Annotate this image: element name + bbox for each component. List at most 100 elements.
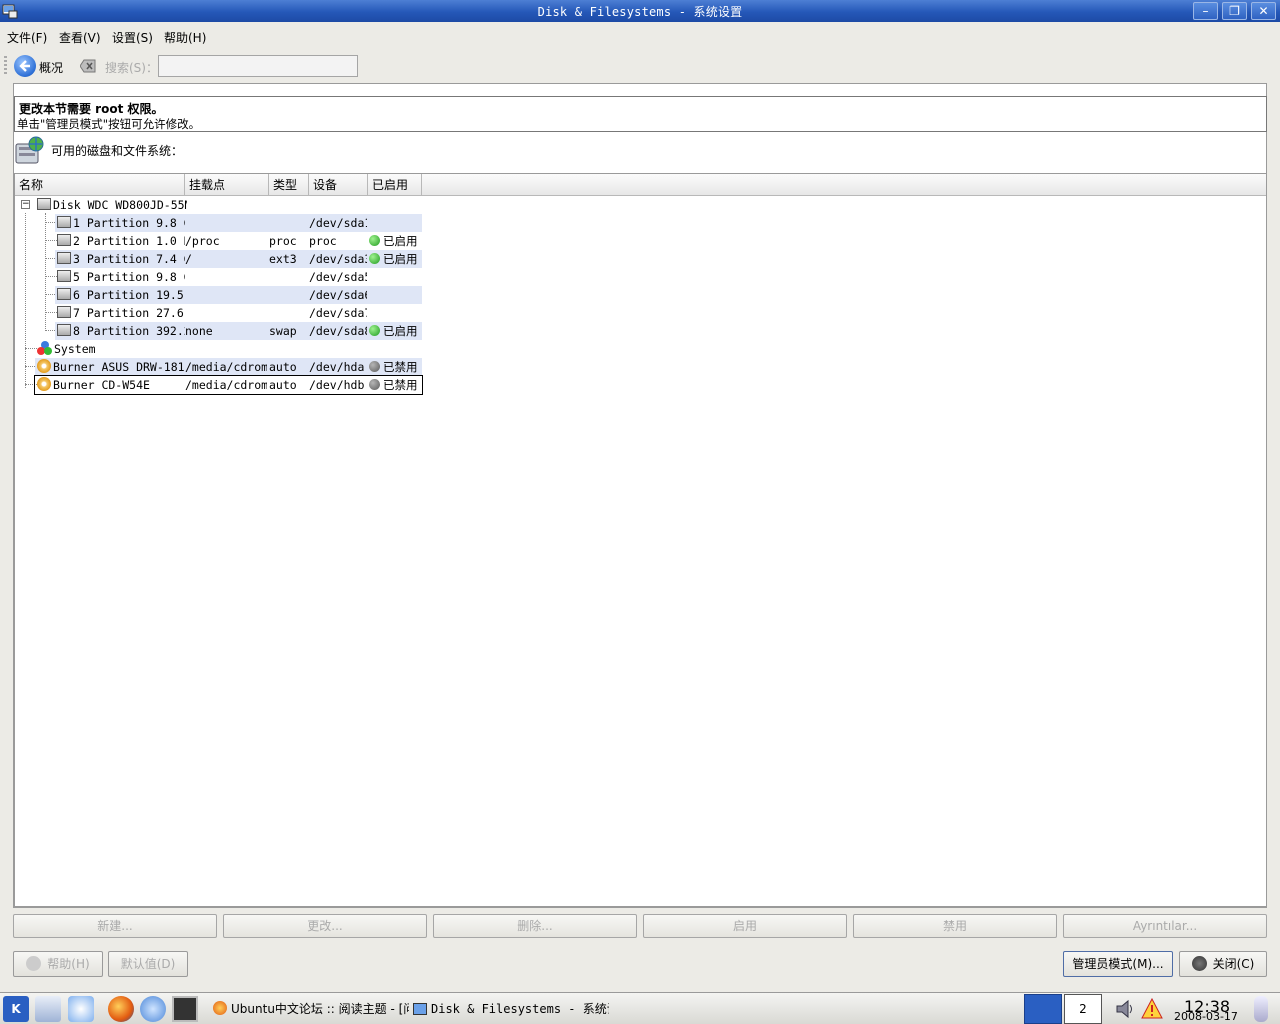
row-type: swap <box>269 324 297 338</box>
home-folder-icon[interactable] <box>68 996 94 1022</box>
row-device: proc <box>309 234 337 248</box>
menu-settings[interactable]: 设置(S) <box>112 29 153 46</box>
column-mountpoint[interactable]: 挂载点 <box>185 174 269 196</box>
menu-bar: 文件(F) 查看(V) 设置(S) 帮助(H) <box>0 23 1280 49</box>
show-desktop-icon[interactable] <box>35 996 61 1022</box>
row-device: /dev/sda1 <box>309 216 367 230</box>
hard-drive-globe-icon <box>15 136 44 164</box>
help-icon <box>26 956 42 971</box>
admin-mode-button[interactable]: 管理员模式(M)... <box>1063 951 1173 977</box>
row-name: 7 Partition 27.6 Gb <box>73 306 185 320</box>
row-enabled: 已禁用 <box>383 378 418 392</box>
desktop-1[interactable] <box>1024 994 1062 1024</box>
enable-button[interactable]: 启用 <box>643 914 847 938</box>
close-button[interactable]: 关闭(C) <box>1179 951 1267 977</box>
tree-row-partition[interactable]: 5 Partition 9.8 Gb /dev/sda5 <box>15 268 435 286</box>
tree-row-cdrom[interactable]: Burner CD-W54E /media/cdrom1 auto /dev/h… <box>15 375 435 395</box>
warning-icon[interactable] <box>1140 996 1164 1022</box>
row-type: auto <box>269 378 297 392</box>
toolbar-grip[interactable] <box>4 56 7 76</box>
disabled-status-icon <box>369 379 380 390</box>
row-device: /dev/sda6 <box>309 288 367 302</box>
close-button-label: 关闭(C) <box>1212 957 1255 971</box>
column-name[interactable]: 名称 <box>15 174 185 196</box>
minimize-button[interactable]: – <box>1193 2 1218 20</box>
overview-button[interactable]: 概况 <box>39 59 63 76</box>
cdrom-icon <box>37 377 51 391</box>
row-mount: none <box>185 324 213 338</box>
row-name: Burner CD-W54E <box>53 378 150 392</box>
row-device: /dev/sda7 <box>309 306 367 320</box>
desktop-pager: 2 <box>1024 994 1104 1024</box>
menu-file[interactable]: 文件(F) <box>7 29 47 46</box>
taskbar-firefox-task[interactable]: Ubuntu中文论坛 :: 阅读主题 - [问 <box>213 997 409 1021</box>
firefox-icon[interactable] <box>108 996 134 1022</box>
disable-button[interactable]: 禁用 <box>853 914 1057 938</box>
back-arrow-icon[interactable] <box>14 55 36 77</box>
clock-date[interactable]: 2008-03-17 <box>1174 1010 1238 1023</box>
menu-view[interactable]: 查看(V) <box>59 29 101 46</box>
tree-row-partition[interactable]: 1 Partition 9.8 Gb /dev/sda1 <box>15 214 435 232</box>
row-mount: /media/cdrom0 <box>185 360 267 374</box>
hard-disk-icon <box>37 198 51 210</box>
new-button[interactable]: 新建... <box>13 914 217 938</box>
column-type[interactable]: 类型 <box>269 174 309 196</box>
search-input[interactable] <box>158 55 358 77</box>
klipper-icon[interactable] <box>1254 996 1268 1022</box>
tree-row-partition[interactable]: 3 Partition 7.4 Gb / ext3 /dev/sda3 已启用 <box>15 250 435 268</box>
root-notice: 更改本节需要 root 权限。 单击"管理员模式"按钮可允许修改。 <box>14 96 1267 132</box>
section-label: 可用的磁盘和文件系统： <box>51 144 184 158</box>
tree-row-cdrom[interactable]: Burner ASUS DRW-1814BL /media/cdrom0 aut… <box>15 358 435 376</box>
close-window-button[interactable]: ✕ <box>1251 2 1276 20</box>
row-name: 1 Partition 9.8 Gb <box>73 216 185 230</box>
tree-row-partition[interactable]: 7 Partition 27.6 Gb /dev/sda7 <box>15 304 435 322</box>
delete-button[interactable]: 删除... <box>433 914 637 938</box>
notice-text: 单击"管理员模式"按钮可允许修改。 <box>17 117 201 131</box>
maximize-button[interactable]: ❐ <box>1222 2 1247 20</box>
row-name: 6 Partition 19.5 Gb <box>73 288 185 302</box>
cdrom-icon <box>37 359 51 373</box>
column-device[interactable]: 设备 <box>309 174 368 196</box>
row-enabled: 已禁用 <box>383 360 418 374</box>
details-button[interactable]: Ayrıntılar... <box>1063 914 1267 938</box>
tree-row-partition[interactable]: 2 Partition 1.0 Kb /proc proc proc 已启用 <box>15 232 435 250</box>
partition-icon <box>57 234 71 246</box>
filesystem-tree[interactable]: 名称 挂载点 类型 设备 已启用 − Disk WDC WD800JD-55MU… <box>14 173 1267 907</box>
window-title: Disk & Filesystems - 系统设置 <box>537 5 743 19</box>
system-icon <box>37 341 52 355</box>
row-enabled: 已启用 <box>383 324 418 338</box>
row-device: /dev/hda <box>309 360 365 374</box>
partition-icon <box>57 216 71 228</box>
tree-row-system[interactable]: System <box>15 340 435 358</box>
row-device: /dev/hdb <box>309 378 365 392</box>
search-label: 搜索(S)： <box>105 61 158 75</box>
title-bar: Disk & Filesystems - 系统设置 – ❐ ✕ <box>0 0 1280 22</box>
clear-search-icon[interactable] <box>80 59 96 73</box>
tree-row-disk[interactable]: − Disk WDC WD800JD-55MU <box>15 196 435 214</box>
column-header: 名称 挂载点 类型 设备 已启用 <box>15 174 1266 196</box>
defaults-button[interactable]: 默认值(D) <box>108 951 188 977</box>
tree-row-partition[interactable]: 6 Partition 19.5 Gb /dev/sda6 <box>15 286 435 304</box>
row-type <box>269 214 307 232</box>
partition-icon <box>57 270 71 282</box>
konqueror-icon[interactable] <box>140 996 166 1022</box>
help-button[interactable]: 帮助(H) <box>13 951 103 977</box>
terminal-icon[interactable] <box>172 996 198 1022</box>
task-label: Ubuntu中文论坛 :: 阅读主题 - [问 <box>231 1002 409 1016</box>
desktop-2[interactable]: 2 <box>1064 994 1102 1024</box>
menu-help[interactable]: 帮助(H) <box>164 29 206 46</box>
collapse-toggle-icon[interactable]: − <box>21 200 30 209</box>
kmenu-icon[interactable]: K <box>3 996 29 1022</box>
row-device: /dev/sda5 <box>309 270 367 284</box>
row-mount <box>185 214 267 232</box>
row-type: proc <box>269 234 297 248</box>
row-device: /dev/sda8 <box>309 324 367 338</box>
tree-row-partition[interactable]: 8 Partition 392.2 Mb none swap /dev/sda8… <box>15 322 435 340</box>
volume-icon[interactable] <box>1114 996 1136 1022</box>
partition-icon <box>57 252 71 264</box>
column-enabled[interactable]: 已启用 <box>368 174 422 196</box>
firefox-small-icon <box>213 1001 227 1015</box>
taskbar-filesystems-task[interactable]: Disk & Filesystems - 系统设 <box>413 997 609 1021</box>
modify-button[interactable]: 更改... <box>223 914 427 938</box>
partition-icon <box>57 306 71 318</box>
